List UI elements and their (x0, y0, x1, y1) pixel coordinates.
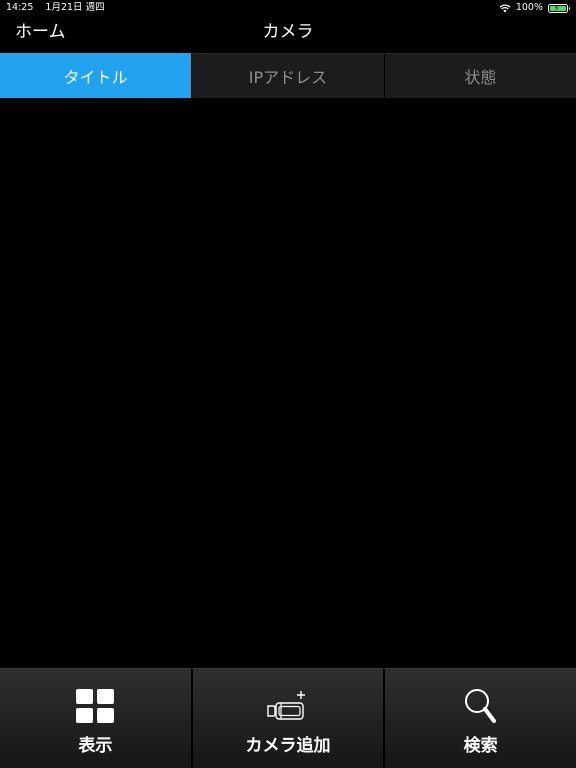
status-right: 100% ⚡ (499, 0, 570, 16)
battery-percent: 100% (515, 2, 543, 13)
camera-list (0, 98, 576, 668)
tab-status[interactable]: 状態 (383, 53, 576, 98)
display-button[interactable]: 表示 (0, 668, 191, 768)
wifi-icon (499, 3, 511, 12)
add-camera-label: カメラ追加 (245, 736, 331, 756)
tab-title[interactable]: タイトル (0, 53, 192, 98)
tab-ip-address[interactable]: IPアドレス (191, 53, 384, 98)
search-button[interactable]: 検索 (383, 668, 576, 768)
status-bar: 14:25 1月21日 週四 100% ⚡ (0, 0, 576, 16)
search-label: 検索 (463, 736, 498, 756)
status-date: 1月21日 週四 (45, 2, 105, 13)
navigation-bar: カメラ ホーム (0, 16, 576, 52)
camera-add-icon (193, 687, 384, 725)
status-left: 14:25 1月21日 週四 (6, 0, 114, 16)
add-camera-button[interactable]: カメラ追加 (190, 668, 384, 768)
bottom-toolbar: 表示 カメラ追加 検索 (0, 668, 576, 768)
grid-icon (0, 687, 191, 725)
page-title: カメラ (262, 22, 314, 42)
display-label: 表示 (78, 736, 113, 756)
home-button[interactable]: ホーム (15, 21, 66, 43)
column-tabs: タイトル IPアドレス 状態 (0, 53, 576, 98)
status-time: 14:25 (6, 2, 34, 13)
magnifier-icon (385, 687, 576, 725)
battery-icon: ⚡ (548, 3, 570, 13)
